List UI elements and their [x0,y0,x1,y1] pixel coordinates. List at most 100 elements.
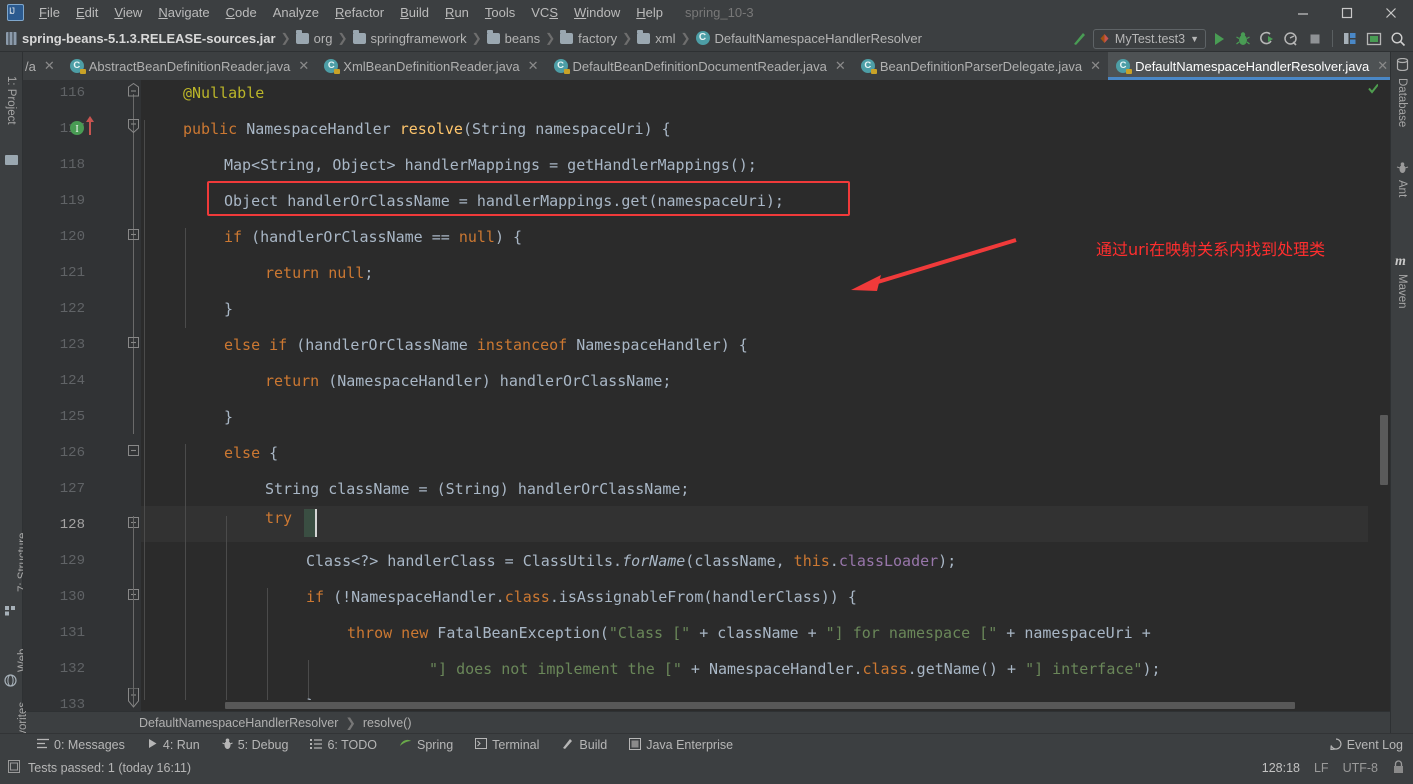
code-editor[interactable]: 116 117 118 119 120 121 122 123 124 125 … [23,80,1390,713]
horizontal-scrollbar-thumb[interactable] [225,702,1295,709]
folder-icon [637,29,651,44]
error-stripe-marker-bar[interactable] [1368,80,1379,711]
menu-item-file[interactable]: File [31,2,68,23]
tool-window-run[interactable]: 4: Run [136,734,211,757]
tab-abstractbeandefinitionreader[interactable]: C AbstractBeanDefinitionReader.java ✕ [62,52,317,80]
sidebar-item-project[interactable]: 1: Project [5,76,17,125]
tool-window-java-enterprise[interactable]: Java Enterprise [618,734,744,757]
close-icon[interactable]: ✕ [528,58,539,74]
tool-window-terminal[interactable]: Terminal [464,734,550,757]
build-icon[interactable] [1069,28,1091,50]
settings-icon[interactable] [1363,28,1385,50]
annotation-arrow-icon [851,238,1017,291]
line-number: 133 [59,697,85,713]
run-icon[interactable] [1208,28,1230,50]
breadcrumb-bottom-method[interactable]: resolve() [363,716,412,730]
close-icon[interactable]: ✕ [1377,58,1388,74]
tab-xmlbeandefinitionreader[interactable]: C XmlBeanDefinitionReader.java ✕ [316,52,545,80]
run-with-coverage-icon[interactable] [1256,28,1278,50]
tool-window-messages[interactable]: 0: Messages [26,734,136,757]
menu-item-analyze[interactable]: Analyze [265,2,327,23]
implemented-method-icon[interactable]: I [69,120,85,139]
close-icon[interactable]: ✕ [298,58,309,74]
caret-position[interactable]: 128:18 [1262,761,1300,775]
close-icon[interactable]: ✕ [835,58,846,74]
menu-item-vcs[interactable]: VCS [523,2,566,23]
line-number: 131 [59,625,85,641]
breadcrumb-jar-label: spring-beans-5.1.3.RELEASE-sources.jar [22,30,276,46]
event-log-button[interactable]: Event Log [1330,737,1403,753]
tool-window-build[interactable]: Build [550,734,618,757]
fold-marker[interactable] [127,228,140,245]
tool-window-todo[interactable]: 6: TODO [299,734,388,757]
close-button[interactable] [1369,0,1413,25]
search-icon[interactable] [1387,28,1409,50]
tab-partial[interactable]: /a ✕ [23,52,62,80]
encoding[interactable]: UTF-8 [1343,761,1378,775]
menu-item-view[interactable]: View [106,2,150,23]
menu-item-tools[interactable]: Tools [477,2,523,23]
menu-bar: File Edit View Navigate Code Analyze Ref… [0,0,1413,25]
code-line-128: try [265,509,293,527]
stop-icon[interactable] [1304,28,1326,50]
fold-marker[interactable] [127,444,140,461]
tab-defaultnamespacehandlerresolver[interactable]: C DefaultNamespaceHandlerResolver.java ✕ [1108,52,1390,80]
svg-text:I: I [75,124,78,135]
tab-beandefinitionparserdelegate[interactable]: C BeanDefinitionParserDelegate.java ✕ [853,52,1108,80]
fold-rail [133,94,134,434]
breadcrumb-bottom-class[interactable]: DefaultNamespaceHandlerResolver [139,716,338,730]
close-icon[interactable]: ✕ [1090,58,1101,74]
fold-marker[interactable] [127,119,140,136]
fold-marker-start[interactable] [127,82,140,100]
menu-item-help[interactable]: Help [628,2,671,23]
run-configuration-selector[interactable]: MyTest.test3 ▼ [1092,28,1206,49]
vertical-scrollbar[interactable] [1378,80,1390,711]
menu-item-window[interactable]: Window [566,2,628,23]
menu-item-code[interactable]: Code [218,2,265,23]
maximize-button[interactable] [1325,0,1369,25]
breadcrumb-factory[interactable]: factory [560,29,617,46]
annotation-text: 通过uri在映射关系内找到处理类 [1096,240,1326,259]
ide-window: File Edit View Navigate Code Analyze Ref… [0,0,1413,784]
sidebar-item-database[interactable]: Database [1396,78,1408,127]
menu-item-refactor[interactable]: Refactor [327,2,392,23]
web-icon [4,674,17,690]
line-number: 120 [59,229,85,245]
fold-marker[interactable] [127,336,140,353]
breadcrumb-springframework[interactable]: springframework [352,29,467,46]
debug-icon[interactable] [1232,28,1254,50]
lock-icon[interactable] [1392,759,1405,777]
breadcrumb-separator: ❯ [471,31,482,45]
horizontal-scrollbar[interactable] [141,700,1390,711]
sidebar-item-maven[interactable]: Maven [1396,274,1408,309]
menu-item-edit[interactable]: Edit [68,2,106,23]
sidebar-item-project-label: 1: Project [5,76,17,125]
menu-item-build[interactable]: Build [392,2,437,23]
implementing-arrow-icon[interactable] [85,116,95,139]
breadcrumb-class[interactable]: C DefaultNamespaceHandlerResolver [695,31,922,46]
breadcrumb-xml[interactable]: xml [637,29,675,46]
vertical-scrollbar-thumb[interactable] [1380,415,1388,485]
code-content[interactable]: @Nullable public NamespaceHandler resolv… [141,80,1390,711]
right-tool-bar: Database Ant Maven m [1390,52,1413,733]
toolbar-actions: MyTest.test3 ▼ [1069,25,1409,52]
tab-defaultbeandefinitiondocumentreader[interactable]: C DefaultBeanDefinitionDocumentReader.ja… [546,52,853,80]
editor-gutter[interactable]: 116 117 118 119 120 121 122 123 124 125 … [23,80,141,713]
close-icon[interactable]: ✕ [44,58,55,74]
breadcrumb-org[interactable]: org [295,29,332,46]
tool-window-debug[interactable]: 5: Debug [211,734,300,757]
tab-label: BeanDefinitionParserDelegate.java [879,58,1083,74]
project-structure-icon[interactable] [1339,28,1361,50]
tool-window-spring[interactable]: Spring [388,734,464,757]
breadcrumb-jar[interactable]: spring-beans-5.1.3.RELEASE-sources.jar [6,31,276,46]
jar-icon [6,31,17,45]
profile-icon[interactable] [1280,28,1302,50]
tool-window-debug-label: 5: Debug [237,738,289,752]
sidebar-item-ant[interactable]: Ant [1396,180,1408,197]
line-separator[interactable]: LF [1314,761,1329,775]
messages-icon [37,738,49,752]
menu-item-run[interactable]: Run [437,2,477,23]
minimize-button[interactable] [1281,0,1325,25]
menu-item-navigate[interactable]: Navigate [150,2,217,23]
breadcrumb-beans[interactable]: beans [486,29,540,46]
